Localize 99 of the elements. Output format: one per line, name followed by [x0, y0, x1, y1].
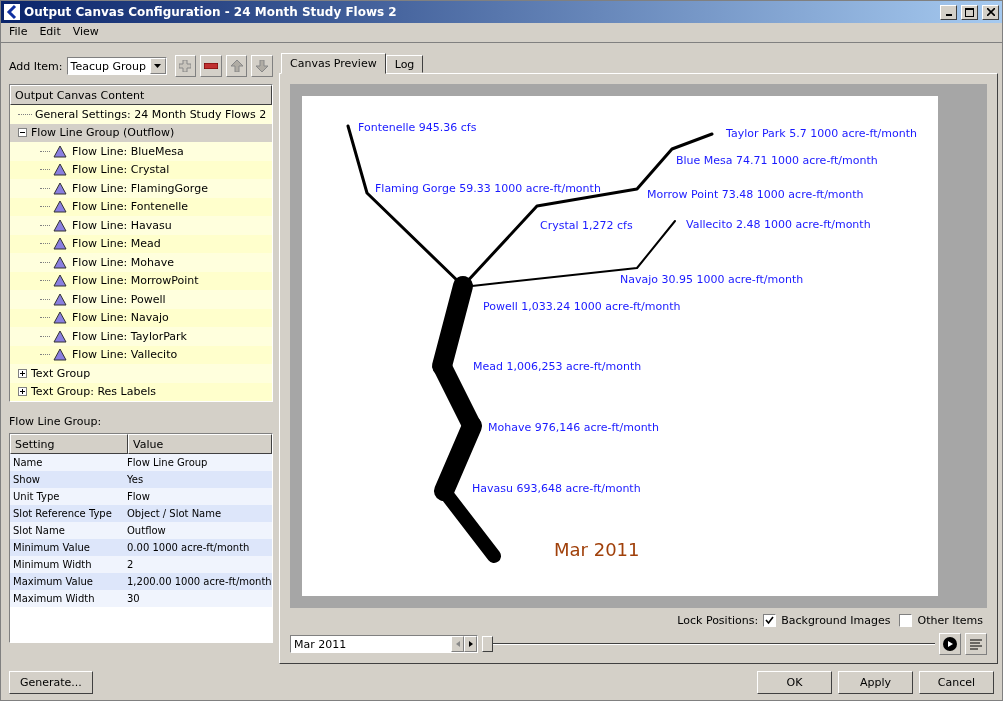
triangle-icon — [53, 200, 67, 214]
date-label: Mar 2011 — [554, 539, 640, 560]
play-button[interactable] — [939, 633, 961, 655]
checkbox[interactable] — [763, 614, 777, 627]
move-down-button[interactable] — [251, 55, 273, 77]
table-cell-text: Name — [12, 457, 44, 468]
flow-label: Powell 1,033.24 1000 acre-ft/month — [483, 300, 681, 313]
triangle-icon — [53, 274, 67, 288]
triangle-icon — [53, 329, 67, 343]
tree-item[interactable]: Flow Line: Mohave — [10, 253, 272, 272]
generate-button[interactable]: Generate... — [9, 671, 93, 694]
close-icon — [986, 8, 995, 16]
expand-icon[interactable] — [18, 387, 27, 397]
triangle-icon — [53, 163, 67, 177]
table-cell-text: 30 — [126, 593, 141, 604]
triangle-icon — [53, 292, 67, 306]
column-header: Output Canvas Content — [10, 85, 272, 105]
table-cell-text: Flow Line Group — [126, 457, 209, 468]
tree-item[interactable]: General Settings: 24 Month Study Flows 2 — [10, 105, 272, 124]
tree-item[interactable]: Text Group — [10, 364, 272, 383]
move-up-button[interactable] — [225, 55, 248, 77]
play-icon — [943, 637, 957, 651]
item-type-dropdown[interactable]: Teacup Group — [66, 57, 167, 75]
remove-button[interactable] — [200, 55, 222, 77]
table-cell-text: 0.00 1000 acre-ft/month — [126, 542, 251, 553]
tree-item[interactable]: Flow Line: Havasu — [10, 216, 272, 235]
triangle-icon — [53, 181, 67, 195]
menu-item[interactable]: File — [9, 25, 28, 40]
add-button[interactable] — [174, 55, 197, 77]
checkbox-label: Other Items — [917, 614, 983, 627]
tree-item[interactable]: Flow Line: BlueMesa — [10, 142, 272, 161]
window-title: Output Canvas Configuration - 24 Month Study Flows 2 — [24, 5, 398, 19]
down-arrow-icon — [256, 60, 269, 72]
table-cell-text: Minimum Width — [12, 559, 93, 570]
date-field[interactable]: Mar 2011 — [290, 635, 478, 653]
table-cell-text: Show — [12, 474, 41, 485]
lines-icon — [970, 638, 982, 650]
table-cell-text: Maximum Width — [12, 593, 96, 604]
flow-label: Vallecito 2.48 1000 acre-ft/month — [686, 218, 871, 231]
column-header: Setting — [10, 434, 128, 454]
flow-label: Morrow Point 73.48 1000 acre-ft/month — [647, 188, 864, 201]
menu-item[interactable]: View — [72, 25, 99, 40]
checkbox[interactable] — [899, 614, 913, 627]
collapse-icon[interactable] — [18, 128, 27, 138]
table-cell-text: Outflow — [126, 525, 167, 536]
triangle-icon — [53, 144, 67, 158]
table-cell-text: 2 — [126, 559, 135, 570]
cancel-button[interactable]: Cancel — [919, 671, 994, 694]
table-cell-text: Flow — [126, 491, 151, 502]
triangle-icon — [53, 218, 67, 232]
table-cell-text: Unit Type — [12, 491, 61, 502]
table-cell-text: Slot Reference Type — [12, 508, 113, 519]
tree-item[interactable]: Flow Line: FlamingGorge — [10, 179, 272, 198]
apply-button[interactable]: Apply — [838, 671, 913, 694]
flow-label: Mohave 976,146 acre-ft/month — [488, 421, 659, 434]
add-item-label: Add Item: — [9, 59, 63, 73]
lock-positions-label: Lock Positions: — [677, 614, 759, 627]
table-cell-text: Minimum Value — [12, 542, 91, 553]
tree-item[interactable]: Flow Line: TaylorPark — [10, 327, 272, 346]
app-logo-icon — [4, 4, 20, 20]
menu-item[interactable]: Edit — [39, 25, 61, 40]
check-icon — [765, 616, 775, 625]
close-button[interactable] — [982, 4, 999, 20]
left-arrow-icon — [455, 641, 460, 647]
tab[interactable]: Log — [385, 55, 424, 73]
flow-label: Fontenelle 945.36 cfs — [358, 121, 477, 134]
table-cell-text: Yes — [126, 474, 145, 485]
table-cell-text: Object / Slot Name — [126, 508, 223, 519]
flow-label: Mead 1,006,253 acre-ft/month — [473, 360, 642, 373]
checkbox-label: Background Images — [781, 614, 891, 627]
column-header: Value — [128, 434, 272, 454]
flow-label: Navajo 30.95 1000 acre-ft/month — [620, 273, 804, 286]
table-cell-text: 1,200.00 1000 acre-ft/month — [126, 576, 272, 587]
table-cell-text: Slot Name — [12, 525, 66, 536]
right-arrow-icon — [468, 641, 473, 647]
tab[interactable]: Canvas Preview — [281, 53, 386, 74]
triangle-icon — [53, 255, 67, 269]
ok-button[interactable]: OK — [757, 671, 832, 694]
section-title: Flow Line Group: — [9, 415, 103, 428]
flow-label: Havasu 693,648 acre-ft/month — [472, 482, 641, 495]
plus-icon — [179, 60, 192, 72]
flow-label: Blue Mesa 74.71 1000 acre-ft/month — [676, 154, 878, 167]
tree-item[interactable]: Flow Line: Powell — [10, 290, 272, 309]
caret-icon — [154, 64, 162, 68]
expand-icon[interactable] — [18, 368, 27, 378]
list-button[interactable] — [965, 633, 987, 655]
flow-label: Flaming Gorge 59.33 1000 acre-ft/month — [375, 182, 601, 195]
triangle-icon — [53, 348, 67, 362]
minus-icon — [204, 63, 218, 69]
maximize-button[interactable] — [961, 4, 978, 20]
flow-label: Crystal 1,272 cfs — [540, 219, 633, 232]
flow-label: Taylor Park 5.7 1000 acre-ft/month — [726, 127, 917, 140]
minimize-button[interactable] — [940, 4, 957, 20]
maximize-icon — [965, 7, 974, 17]
triangle-icon — [53, 311, 67, 325]
time-slider[interactable] — [482, 636, 935, 652]
up-arrow-icon — [230, 60, 243, 72]
triangle-icon — [53, 237, 67, 251]
table-cell-text: Maximum Value — [12, 576, 94, 587]
